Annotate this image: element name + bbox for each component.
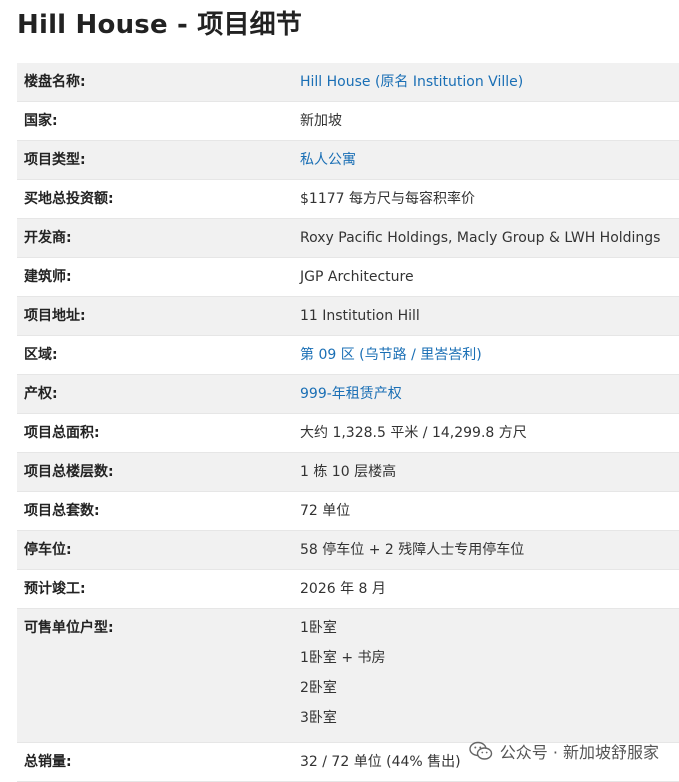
completion-value: 2026 年 8 月: [293, 569, 679, 609]
unit-type-item: 2卧室: [300, 680, 337, 696]
table-row: 可售单位户型: 1卧室 1卧室 + 书房 2卧室 3卧室: [17, 608, 679, 743]
row-label: 可售单位户型:: [17, 608, 293, 743]
table-row: 开发商: Roxy Pacific Holdings, Macly Group …: [17, 218, 679, 258]
table-row: 买地总投资额: $1177 每方尺与每容积率价: [17, 179, 679, 219]
project-details-table: 楼盘名称: Hill House (原名 Institution Ville) …: [17, 63, 679, 782]
table-row: 项目类型: 私人公寓: [17, 140, 679, 180]
unit-type-item: 1卧室: [300, 620, 337, 636]
table-row: 产权: 999-年租赁产权: [17, 374, 679, 414]
watermark-text: 公众号 · 新加坡舒服家: [499, 743, 659, 762]
table-row: 项目总面积: 大约 1,328.5 平米 / 14,299.8 方尺: [17, 413, 679, 453]
row-label: 项目地址:: [17, 296, 293, 336]
unit-types-value: 1卧室 1卧室 + 书房 2卧室 3卧室: [293, 608, 679, 743]
row-label: 停车位:: [17, 530, 293, 570]
table-row: 区域: 第 09 区 (乌节路 / 里峇峇利): [17, 335, 679, 375]
storeys-value: 1 栋 10 层楼高: [293, 452, 679, 492]
table-row: 楼盘名称: Hill House (原名 Institution Ville): [17, 63, 679, 102]
architect-value: JGP Architecture: [293, 257, 679, 297]
row-label: 建筑师:: [17, 257, 293, 297]
table-row: 预计竣工: 2026 年 8 月: [17, 569, 679, 609]
unit-type-item: 1卧室 + 书房: [300, 650, 386, 666]
row-label: 项目总套数:: [17, 491, 293, 531]
project-name-link[interactable]: Hill House (原名 Institution Ville): [293, 63, 679, 102]
district-link[interactable]: 第 09 区 (乌节路 / 里峇峇利): [293, 335, 679, 375]
parking-value: 58 停车位 + 2 残障人士专用停车位: [293, 530, 679, 570]
row-label: 国家:: [17, 101, 293, 141]
developer-value: Roxy Pacific Holdings, Macly Group & LWH…: [293, 218, 679, 258]
address-value: 11 Institution Hill: [293, 296, 679, 336]
table-row: 项目总套数: 72 单位: [17, 491, 679, 531]
row-label: 项目总面积:: [17, 413, 293, 453]
wechat-watermark: 公众号 · 新加坡舒服家: [469, 739, 659, 763]
row-label: 区域:: [17, 335, 293, 375]
row-label: 项目类型:: [17, 140, 293, 180]
wechat-icon: [469, 741, 492, 760]
row-label: 产权:: [17, 374, 293, 414]
table-row: 项目总楼层数: 1 栋 10 层楼高: [17, 452, 679, 492]
row-label: 项目总楼层数:: [17, 452, 293, 492]
row-label: 预计竣工:: [17, 569, 293, 609]
table-row: 建筑师: JGP Architecture: [17, 257, 679, 297]
row-label: 楼盘名称:: [17, 63, 293, 102]
row-label: 开发商:: [17, 218, 293, 258]
unit-type-item: 3卧室: [300, 710, 337, 726]
row-label: 买地总投资额:: [17, 179, 293, 219]
country-value: 新加坡: [293, 101, 679, 141]
site-area-value: 大约 1,328.5 平米 / 14,299.8 方尺: [293, 413, 679, 453]
table-row: 项目地址: 11 Institution Hill: [17, 296, 679, 336]
table-row: 停车位: 58 停车位 + 2 残障人士专用停车位: [17, 530, 679, 570]
tenure-link[interactable]: 999-年租赁产权: [293, 374, 679, 414]
project-type-link[interactable]: 私人公寓: [293, 140, 679, 180]
table-row: 国家: 新加坡: [17, 101, 679, 141]
land-price-value: $1177 每方尺与每容积率价: [293, 179, 679, 219]
total-units-value: 72 单位: [293, 491, 679, 531]
page-title: Hill House - 项目细节: [17, 10, 303, 40]
